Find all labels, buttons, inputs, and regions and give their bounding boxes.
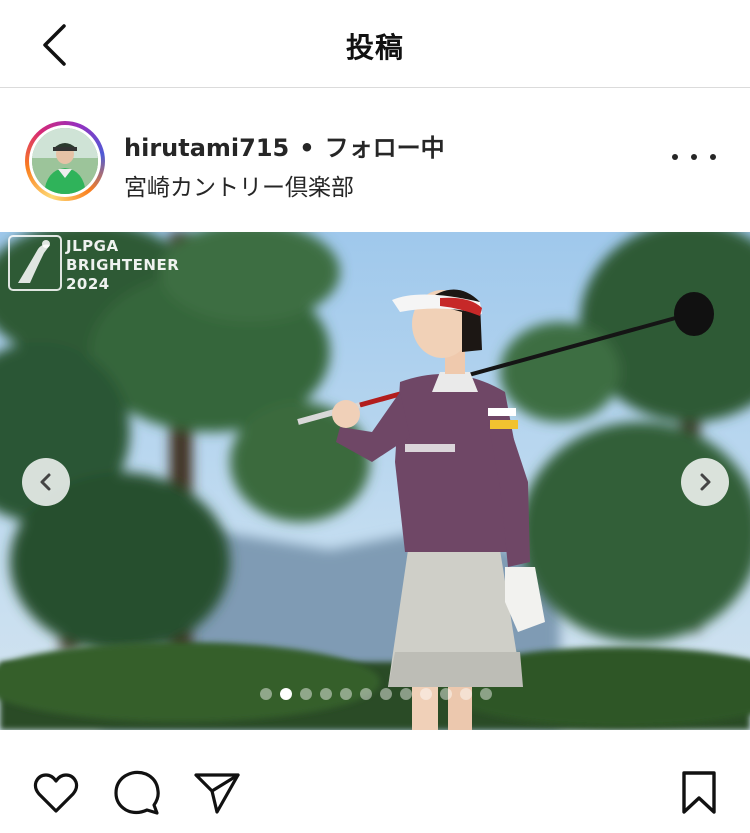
comment-icon [114, 770, 160, 815]
carousel-dot [320, 688, 332, 700]
follow-status-button[interactable]: フォロー中 [325, 134, 445, 162]
action-bar [0, 730, 750, 833]
golfer-photo [0, 232, 750, 730]
chevron-right-icon [700, 473, 711, 491]
username-link[interactable]: hirutami715 [124, 134, 289, 162]
page-title: 投稿 [345, 31, 404, 64]
carousel-prev-button[interactable] [22, 458, 70, 506]
carousel-dot [280, 688, 292, 700]
carousel-dot [440, 688, 452, 700]
avatar[interactable] [32, 128, 98, 194]
carousel-next-button[interactable] [681, 458, 729, 506]
jlpga-watermark-logo: JLPGA BRIGHTENER 2024 [8, 235, 179, 295]
bookmark-icon [682, 771, 716, 814]
more-horizontal-icon [672, 154, 678, 160]
separator-dot: • [299, 134, 315, 162]
like-button[interactable] [31, 768, 81, 818]
golfer-silhouette-icon [8, 235, 62, 291]
post-header: hirutami715 • フォロー中 宮崎カントリー倶楽部 [0, 90, 750, 232]
carousel-dot [400, 688, 412, 700]
carousel-indicator [260, 688, 492, 700]
carousel-dot [360, 688, 372, 700]
share-button[interactable] [192, 768, 242, 818]
carousel-dot [260, 688, 272, 700]
comment-button[interactable] [112, 768, 162, 818]
story-ring[interactable] [25, 121, 105, 201]
chevron-left-icon [40, 473, 51, 491]
carousel-dot [300, 688, 312, 700]
carousel-dot [380, 688, 392, 700]
carousel-dot [460, 688, 472, 700]
username-row: hirutami715 • フォロー中 [124, 128, 445, 163]
location-link[interactable]: 宮崎カントリー倶楽部 [124, 168, 354, 202]
post-photo[interactable]: JLPGA BRIGHTENER 2024 [0, 232, 750, 730]
more-options-button[interactable] [672, 142, 716, 172]
top-bar: 投稿 [0, 0, 750, 88]
carousel-dot [420, 688, 432, 700]
heart-icon [33, 773, 79, 813]
save-button[interactable] [674, 768, 724, 818]
carousel-dot [340, 688, 352, 700]
carousel-dot [480, 688, 492, 700]
send-icon [194, 773, 240, 814]
